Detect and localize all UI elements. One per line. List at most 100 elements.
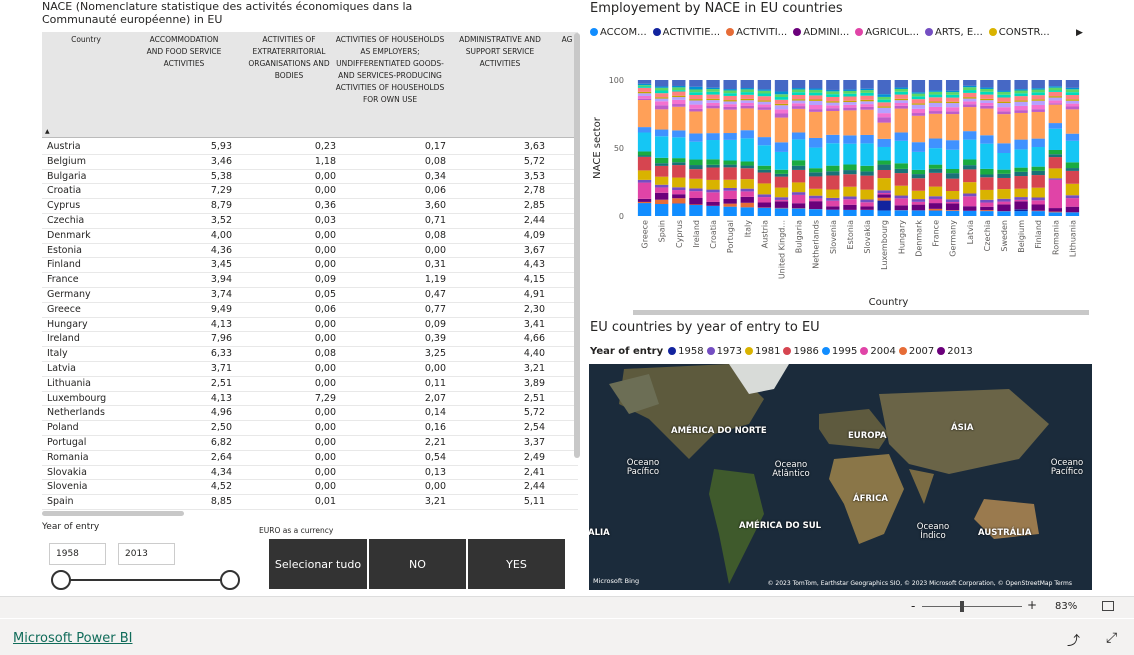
- bar-segment[interactable]: [877, 210, 891, 216]
- bar-segment[interactable]: [843, 90, 857, 94]
- bar-segment[interactable]: [740, 161, 754, 166]
- bar-segment[interactable]: [757, 137, 772, 146]
- bar-segment[interactable]: [877, 113, 891, 118]
- bar-segment[interactable]: [757, 172, 772, 184]
- bar-segment[interactable]: [654, 86, 669, 88]
- bar-segment[interactable]: [826, 175, 840, 190]
- map-legend-item[interactable]: 2013: [937, 346, 973, 357]
- bar-segment[interactable]: [637, 203, 652, 216]
- bar-segment[interactable]: [774, 169, 789, 174]
- bar-segment[interactable]: [980, 135, 994, 144]
- bar-segment[interactable]: [689, 89, 703, 93]
- bar-segment[interactable]: [672, 137, 686, 159]
- bar-segment[interactable]: [740, 168, 754, 180]
- bar-segment[interactable]: [1048, 100, 1063, 104]
- bar-segment[interactable]: [860, 99, 874, 102]
- bar-segment[interactable]: [980, 199, 994, 203]
- bar-segment[interactable]: [826, 96, 840, 102]
- bar-segment[interactable]: [723, 106, 737, 110]
- bar-segment[interactable]: [894, 108, 908, 133]
- share-icon[interactable]: ⤴: [1067, 630, 1080, 649]
- bar-segment[interactable]: [809, 89, 823, 93]
- legend-item[interactable]: ACCOM...: [590, 27, 647, 38]
- bar-segment[interactable]: [997, 198, 1011, 202]
- bar-segment[interactable]: [997, 143, 1011, 153]
- bar-segment[interactable]: [689, 100, 703, 105]
- map-legend-item[interactable]: 2007: [898, 346, 934, 357]
- bar-segment[interactable]: [963, 85, 977, 88]
- legend-item[interactable]: AGRICUL...: [855, 27, 919, 38]
- bar-segment[interactable]: [740, 88, 754, 90]
- bar-segment[interactable]: [706, 164, 720, 168]
- bar-segment[interactable]: [774, 142, 789, 152]
- bar-segment[interactable]: [877, 192, 891, 195]
- bar-segment[interactable]: [757, 109, 772, 138]
- table-horizontal-scrollbar[interactable]: [42, 511, 184, 516]
- bar-segment[interactable]: [740, 202, 754, 208]
- bar-segment[interactable]: [723, 90, 737, 94]
- bar-segment[interactable]: [672, 95, 686, 98]
- bar-segment[interactable]: [637, 80, 652, 84]
- bar-segment[interactable]: [1014, 209, 1028, 212]
- bar-segment[interactable]: [997, 189, 1011, 199]
- bar-segment[interactable]: [672, 91, 686, 96]
- bar-segment[interactable]: [1031, 138, 1045, 148]
- bar-segment[interactable]: [928, 164, 943, 169]
- bar-segment[interactable]: [1065, 103, 1080, 107]
- bar-segment[interactable]: [928, 196, 943, 199]
- bar-segment[interactable]: [928, 102, 943, 107]
- bar-segment[interactable]: [791, 94, 806, 100]
- bar-segment[interactable]: [689, 92, 703, 95]
- bar-segment[interactable]: [706, 167, 720, 180]
- bar-segment[interactable]: [740, 89, 754, 93]
- fit-to-page-icon[interactable]: [1102, 601, 1114, 611]
- bar-segment[interactable]: [706, 159, 720, 165]
- bar-segment[interactable]: [791, 100, 806, 104]
- bar-segment[interactable]: [860, 92, 874, 96]
- bar-segment[interactable]: [706, 94, 720, 99]
- bar-segment[interactable]: [706, 189, 720, 193]
- bar-segment[interactable]: [723, 101, 737, 105]
- bar-segment[interactable]: [654, 90, 669, 94]
- bar-segment[interactable]: [894, 205, 908, 211]
- euro-no-button[interactable]: NO: [369, 539, 466, 589]
- bar-segment[interactable]: [911, 96, 926, 100]
- bar-segment[interactable]: [997, 201, 1011, 205]
- bar-segment[interactable]: [706, 108, 720, 134]
- bar-segment[interactable]: [826, 134, 840, 144]
- bar-segment[interactable]: [877, 99, 891, 103]
- bar-segment[interactable]: [928, 148, 943, 165]
- table-row[interactable]: Romania 2,64 0,00 0,54 2,49: [42, 451, 578, 466]
- bar-segment[interactable]: [689, 204, 703, 206]
- table-row[interactable]: Portugal 6,82 0,00 2,21 3,37: [42, 436, 578, 451]
- bar-segment[interactable]: [860, 189, 874, 200]
- bar-segment[interactable]: [637, 151, 652, 156]
- bar-segment[interactable]: [1048, 178, 1063, 180]
- bar-segment[interactable]: [945, 90, 960, 93]
- bar-segment[interactable]: [980, 211, 994, 216]
- bar-segment[interactable]: [774, 80, 789, 92]
- euro-yes-button[interactable]: YES: [468, 539, 565, 589]
- bar-segment[interactable]: [997, 107, 1011, 112]
- table-row[interactable]: Bulgaria 5,38 0,00 0,34 3,53: [42, 170, 578, 185]
- bar-segment[interactable]: [945, 94, 960, 98]
- bar-segment[interactable]: [1014, 90, 1028, 94]
- bar-segment[interactable]: [1014, 167, 1028, 172]
- bar-segment[interactable]: [963, 101, 977, 105]
- bar-segment[interactable]: [654, 93, 669, 98]
- bar-segment[interactable]: [809, 111, 823, 138]
- table-row[interactable]: Lithuania 2,51 0,00 0,11 3,89: [42, 377, 578, 392]
- bar-segment[interactable]: [791, 99, 806, 101]
- bar-segment[interactable]: [1048, 97, 1063, 101]
- bar-segment[interactable]: [740, 105, 754, 109]
- bar-segment[interactable]: [774, 151, 789, 170]
- bar-segment[interactable]: [843, 107, 857, 111]
- bar-segment[interactable]: [877, 169, 891, 179]
- bar-segment[interactable]: [723, 164, 737, 168]
- year-slider-end-handle[interactable]: [220, 570, 240, 590]
- bar-segment[interactable]: [911, 103, 926, 105]
- bar-segment[interactable]: [877, 122, 891, 139]
- bar-segment[interactable]: [774, 208, 789, 216]
- bar-segment[interactable]: [860, 143, 874, 166]
- bar-segment[interactable]: [740, 191, 754, 197]
